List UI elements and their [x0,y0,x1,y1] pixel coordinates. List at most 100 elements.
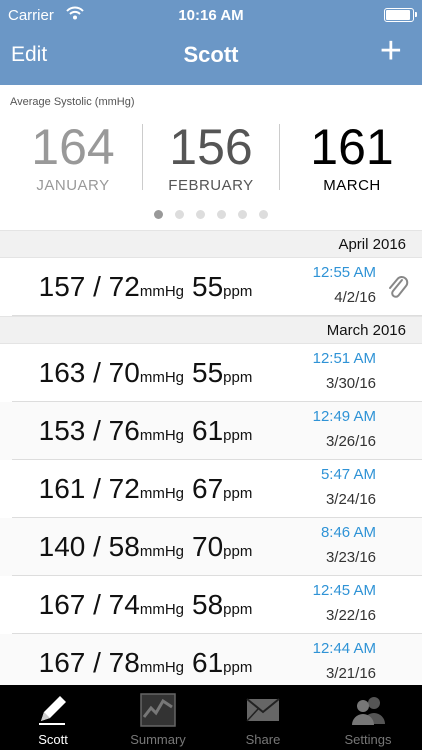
pulse-value: 61 [192,415,224,446]
reading-time: 12:45 AM [312,582,376,599]
header: Carrier 10:16 AM Edit Scott + [0,0,422,85]
paperclip-icon [389,276,409,298]
pulse-unit: ppm [223,369,253,386]
month-average-march: 161 MARCH [282,118,422,194]
reading-date: 3/22/16 [325,607,376,624]
pulse: 55ppm [192,271,252,303]
bp-unit: mmHg [139,485,184,502]
blood-pressure: 161 / 72mmHg [0,473,184,505]
status-time: 10:16 AM [178,7,244,24]
pulse-value: 61 [192,647,224,678]
reading-date: 3/30/16 [325,375,376,392]
reading-row[interactable]: 161 / 72mmHg 67ppm 5:47 AM 3/24/16 [0,460,422,518]
reading-row[interactable]: 153 / 76mmHg 61ppm 12:49 AM 3/26/16 [0,402,422,460]
pulse-value: 70 [192,531,224,562]
pulse: 58ppm [192,589,252,621]
bp-unit: mmHg [139,601,184,618]
page-dot[interactable] [175,210,184,219]
pulse-unit: ppm [223,485,253,502]
reading-date: 3/24/16 [325,491,376,508]
tab-label: Settings [344,732,392,747]
month-name: MARCH [323,177,381,194]
reading-row[interactable]: 167 / 78mmHg 61ppm 12:44 AM 3/21/16 [0,634,422,692]
battery-icon [384,8,417,22]
pulse: 67ppm [192,473,252,505]
page-dot[interactable] [217,210,226,219]
section-header: March 2016 [0,316,422,344]
blood-pressure: 163 / 70mmHg [0,357,184,389]
bp-unit: mmHg [139,369,184,386]
month-average-february: 156 FEBRUARY [141,118,281,194]
tab-settings[interactable]: Settings [326,685,410,750]
page-title: Scott [183,42,239,67]
blood-pressure: 140 / 58mmHg [0,531,184,563]
tab-label: Share [245,732,281,747]
reading-row[interactable]: 163 / 70mmHg 55ppm 12:51 AM 3/30/16 [0,344,422,402]
pulse: 61ppm [192,415,252,447]
bp-unit: mmHg [139,283,184,300]
bp-value: 167 / 78 [38,647,140,678]
page-control[interactable] [0,210,422,219]
bp-value: 161 / 72 [38,473,140,504]
reading-date: 3/26/16 [325,433,376,450]
tab-scott[interactable]: Scott [11,685,95,750]
pulse-unit: ppm [223,543,253,560]
bp-unit: mmHg [139,543,184,560]
month-value: 164 [31,119,115,175]
average-label: Average Systolic (mmHg) [10,96,135,108]
pulse-value: 55 [192,357,224,388]
month-value: 156 [169,119,253,175]
reading-time: 12:55 AM [312,264,376,281]
reading-time: 12:51 AM [312,350,376,367]
nav-bar: Edit Scott + [0,32,422,74]
reading-time: 8:46 AM [320,524,376,541]
section-header: April 2016 [0,230,422,258]
monthly-averages[interactable]: 164 JANUARY 156 FEBRUARY 161 MARCH [0,118,422,198]
bp-value: 157 / 72 [38,271,140,302]
pulse: 55ppm [192,357,252,389]
page-dot[interactable] [154,210,163,219]
blood-pressure: 167 / 74mmHg [0,589,184,621]
pulse-value: 55 [192,271,224,302]
readings-list[interactable]: April 2016 157 / 72mmHg 55ppm 12:55 AM 4/2/1… [0,230,422,692]
status-bar: Carrier 10:16 AM [0,0,422,30]
blood-pressure: 153 / 76mmHg [0,415,184,447]
reading-time: 12:44 AM [312,640,376,657]
pulse-unit: ppm [223,283,253,300]
pulse-value: 67 [192,473,224,504]
month-value: 161 [310,119,394,175]
bp-value: 167 / 74 [38,589,140,620]
bp-value: 153 / 76 [38,415,140,446]
pulse: 61ppm [192,647,252,679]
reading-date: 3/23/16 [325,549,376,566]
bp-value: 140 / 58 [38,531,140,562]
blood-pressure: 167 / 78mmHg [0,647,184,679]
tab-share[interactable]: Share [221,685,305,750]
divider [279,124,280,190]
reading-row[interactable]: 167 / 74mmHg 58ppm 12:45 AM 3/22/16 [0,576,422,634]
reading-row[interactable]: 157 / 72mmHg 55ppm 12:55 AM 4/2/16 [0,258,422,316]
row-separator [12,315,422,316]
add-button[interactable]: + [380,32,402,70]
reading-date: 4/2/16 [334,289,376,306]
month-name: JANUARY [36,177,110,194]
reading-row[interactable]: 140 / 58mmHg 70ppm 8:46 AM 3/23/16 [0,518,422,576]
tab-summary[interactable]: Summary [116,685,200,750]
pulse-unit: ppm [223,601,253,618]
reading-time: 5:47 AM [320,466,376,483]
bp-unit: mmHg [139,427,184,444]
page-dot[interactable] [238,210,247,219]
pulse-value: 58 [192,589,224,620]
bp-unit: mmHg [139,659,184,676]
month-average-january: 164 JANUARY [3,118,143,194]
pulse-unit: ppm [223,427,253,444]
page-dot[interactable] [259,210,268,219]
month-name: FEBRUARY [168,177,254,194]
bp-value: 163 / 70 [38,357,140,388]
tab-bar: Scott Summary Share Settings [0,685,422,750]
reading-time: 12:49 AM [312,408,376,425]
tab-label: Summary [130,732,186,747]
tab-label: Scott [38,732,68,747]
page-dot[interactable] [196,210,205,219]
blood-pressure: 157 / 72mmHg [0,271,184,303]
